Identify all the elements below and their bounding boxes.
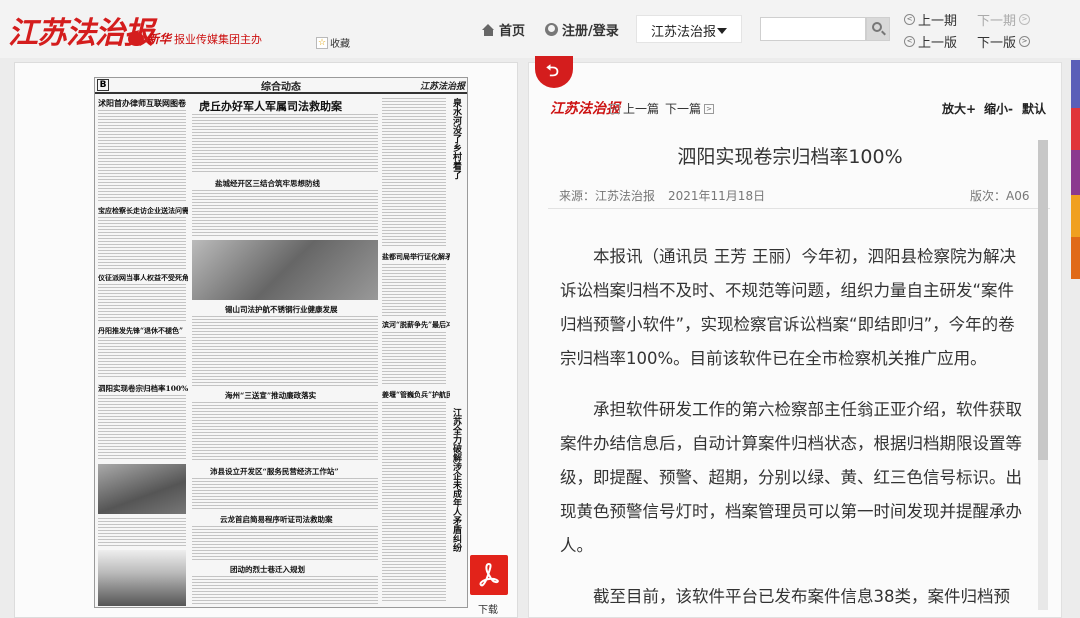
article-paragraph: 本报讯（通讯员 王芳 王丽）今年初，泗阳县检察院为解决诉讼档案归档不及时、不规范… <box>560 247 1016 368</box>
section-title: 综合动态 <box>261 82 301 93</box>
np-headline[interactable]: 盐城经开区三结合筑牢思想防线 <box>215 178 385 189</box>
sponsor-text: 报业传媒集团主办 <box>174 32 263 46</box>
np-headline[interactable]: 云龙首启简易程序听证司法救助案 <box>220 514 380 525</box>
news-photo <box>98 550 186 606</box>
page-letter: B <box>97 79 109 91</box>
newspaper-page[interactable]: B 综合动态 江苏法治报 沭阳首办律师互联网图卷 宝应检察长走访企业送法问需 仪… <box>94 77 468 608</box>
divider <box>548 208 1050 209</box>
home-link[interactable]: 首页 <box>482 20 525 39</box>
np-headline[interactable]: 丹阳推发先锋“退休不褪色” <box>98 326 188 336</box>
side-tab-3[interactable] <box>1071 150 1080 195</box>
news-photo <box>98 464 186 514</box>
np-headline[interactable]: 滨河“脱薪争先”最后冲刺 <box>382 320 450 330</box>
newspaper-header: B 综合动态 江苏法治报 <box>95 78 467 94</box>
article-edition: 版次：A06 <box>970 189 1030 203</box>
side-tab-5[interactable] <box>1071 237 1080 279</box>
chevron-left-icon: < <box>904 14 915 25</box>
paper-select[interactable]: 江苏法治报 <box>636 15 742 43</box>
download-label[interactable]: 下载 <box>478 601 498 616</box>
login-label: 注册/登录 <box>562 24 619 39</box>
article-source: 来源：江苏法治报 <box>559 189 656 203</box>
chevron-left-icon: < <box>610 103 620 114</box>
scrollbar-thumb[interactable] <box>1038 140 1048 460</box>
prev-article-link[interactable]: < 上一篇 <box>610 100 659 117</box>
sponsor-brand: 新华 <box>147 32 172 46</box>
np-headline[interactable]: 海州“三送宣”推动廉政落实 <box>225 390 375 401</box>
news-photo <box>192 240 378 300</box>
chevron-right-icon: > <box>704 103 715 114</box>
newspaper-panel: B 综合动态 江苏法治报 沭阳首办律师互联网图卷 宝应检察长走访企业送法问需 仪… <box>14 62 518 618</box>
next-issue-link[interactable]: 下一期 > <box>977 10 1031 29</box>
np-headline[interactable]: 团动的烈士巷迁入规划 <box>230 564 380 575</box>
np-headline[interactable]: 宝应检察长走访企业送法问需 <box>98 206 188 216</box>
np-vertical-headline[interactable]: 泉水河没了乡村着了 <box>451 98 461 248</box>
top-bar: 江苏法治报 新华 报业传媒集团主办 ☆ 收藏 首页 注册/登录 江苏法治报 < … <box>0 0 1080 58</box>
home-icon <box>482 23 495 36</box>
pdf-download-button[interactable] <box>470 555 508 595</box>
newspaper-masthead: 江苏法治报 <box>419 82 465 92</box>
user-icon <box>545 23 558 36</box>
login-link[interactable]: 注册/登录 <box>545 20 619 39</box>
sponsor-line: 新华 报业传媒集团主办 <box>128 30 262 47</box>
article-paragraph: 截至目前，该软件平台已发布案件信息38类，案件归档预 <box>593 587 1010 606</box>
prev-issue-link[interactable]: < 上一期 <box>904 10 957 29</box>
prev-page-label: 上一版 <box>918 36 958 51</box>
zoom-out-button[interactable]: 缩小- <box>984 100 1013 117</box>
pdf-icon <box>479 562 499 587</box>
np-headline[interactable]: 姜堰“管巍负兵”护航民企进一线 <box>382 390 450 400</box>
article-body: 本报讯（通讯员 王芳 王丽）今年初，泗阳县检察院为解决诉讼档案归档不及时、不规范… <box>560 240 1030 610</box>
np-headline[interactable]: 虎丘办好军人军属司法救助案 <box>199 98 379 114</box>
home-label: 首页 <box>499 24 526 39</box>
article-toolbar: 江苏法治报 < 上一篇 下一篇 > 放大+ 缩小- 默认 <box>550 98 1050 118</box>
np-headline[interactable]: 沛县设立开发区“服务民营经济工作站” <box>210 466 380 477</box>
np-headline[interactable]: 盐都司局举行证化解矛盾 <box>382 252 450 262</box>
article-date: 2021年11月18日 <box>668 189 766 203</box>
prev-issue-label: 上一期 <box>918 14 958 29</box>
next-issue-label: 下一期 <box>977 14 1017 29</box>
next-page-label: 下一版 <box>977 36 1017 51</box>
next-page-link[interactable]: 下一版 > <box>977 32 1031 51</box>
caret-down-icon <box>717 28 727 34</box>
np-headline[interactable]: 锡山司法护航不锈钢行业健康发展 <box>225 304 375 315</box>
zoom-in-button[interactable]: 放大+ <box>942 100 976 117</box>
favorite-button[interactable]: ☆ 收藏 <box>316 35 350 50</box>
side-tab-4[interactable] <box>1071 195 1080 237</box>
article-title: 泗阳实现卷宗归档率100% <box>677 146 903 168</box>
next-article-link[interactable]: 下一篇 > <box>665 100 715 117</box>
article-paragraph: 承担软件研发工作的第六检察部主任翁正亚介绍，软件获取案件办结信息后，自动计算案件… <box>560 400 1022 555</box>
side-tab-2[interactable] <box>1071 108 1080 150</box>
side-tab-1[interactable] <box>1071 60 1080 108</box>
prev-page-link[interactable]: < 上一版 <box>904 32 957 51</box>
chevron-left-icon: < <box>904 36 915 47</box>
favorite-label: 收藏 <box>330 39 350 50</box>
np-headline[interactable]: 泗阳实现卷宗归档率100% <box>98 383 188 394</box>
np-headline[interactable]: 仪征派网当事人权益不受死角 <box>98 273 188 283</box>
search-button[interactable] <box>866 17 890 41</box>
np-headline[interactable]: 沭阳首办律师互联网图卷 <box>98 98 188 109</box>
star-icon: ☆ <box>316 36 328 49</box>
search-input[interactable] <box>760 17 866 41</box>
zoom-reset-button[interactable]: 默认 <box>1022 100 1046 117</box>
prev-article-label: 上一篇 <box>623 102 660 116</box>
np-vertical-headline[interactable]: 江苏全力破解涉企未成年人矛盾纠纷 <box>451 408 461 603</box>
xinhua-logo-icon <box>128 31 144 46</box>
next-article-label: 下一篇 <box>665 102 702 116</box>
chevron-right-icon: > <box>1019 36 1031 47</box>
chevron-right-icon: > <box>1019 14 1031 25</box>
paper-select-value: 江苏法治报 <box>651 25 717 40</box>
